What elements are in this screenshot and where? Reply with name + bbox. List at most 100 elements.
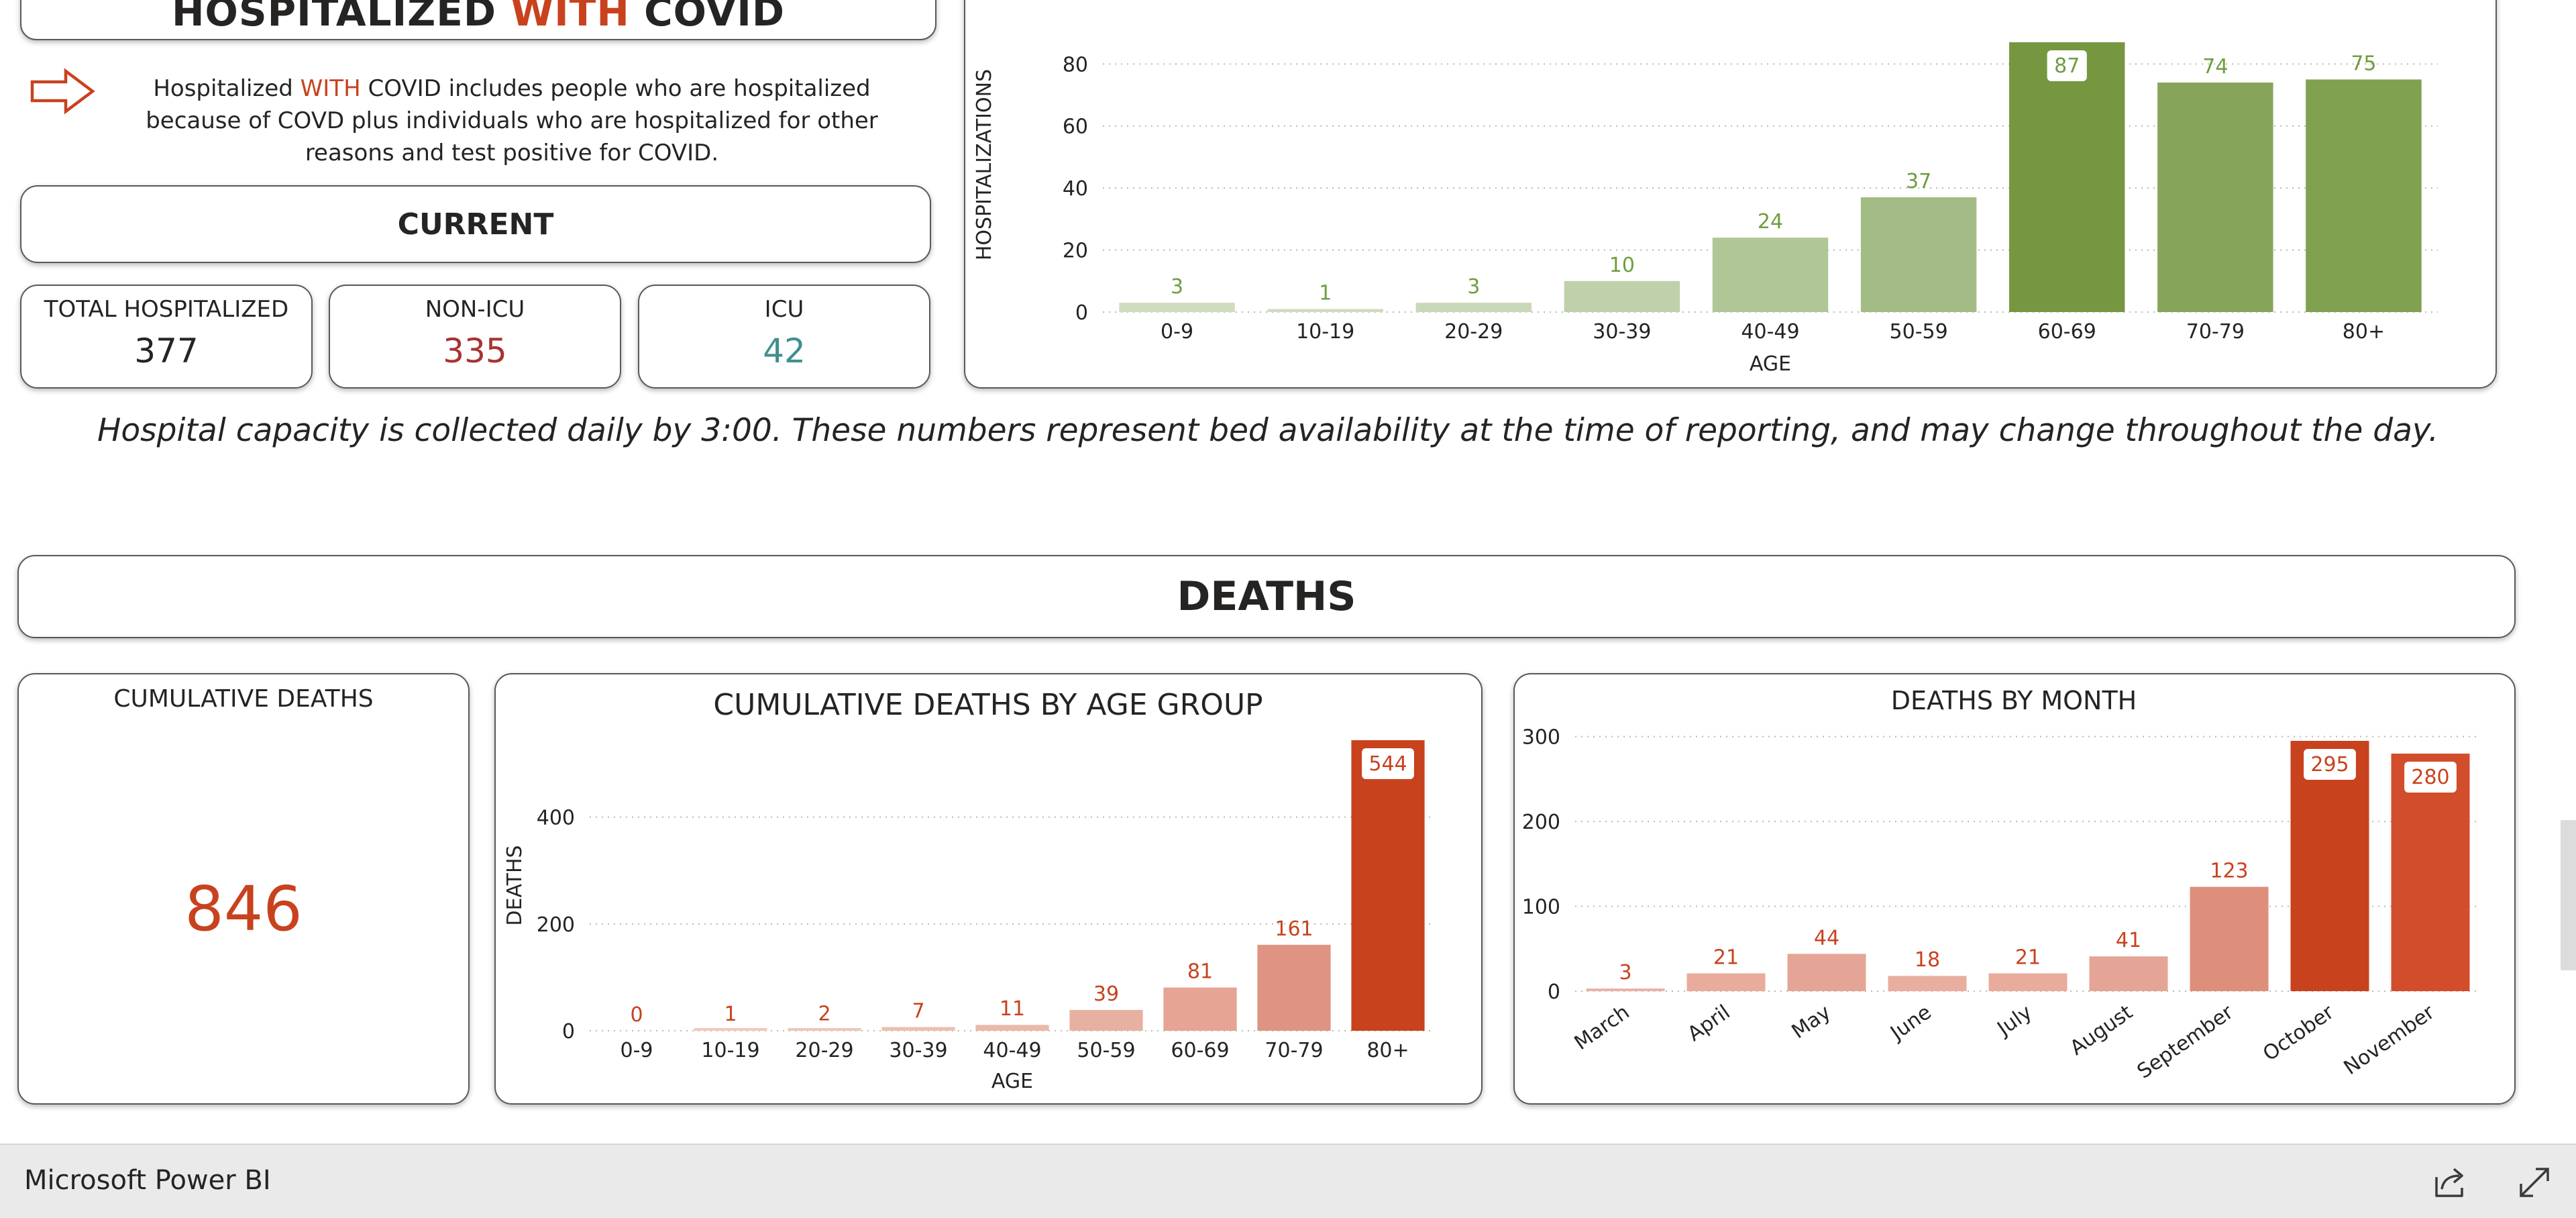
x-tick-label: 80+ [2343,320,2385,344]
data-label: 37 [1906,170,1931,193]
bar-September [2190,886,2269,991]
x-tick-label: November [2340,1001,2439,1080]
footer-bar: Microsoft Power BI [0,1144,2576,1218]
y-tick-label: 80 [1063,53,1088,77]
bar-70-79 [1257,944,1331,1031]
chart-title: CUMULATIVE DEATHS BY AGE GROUP [713,688,1263,722]
bar-60-69 [2008,42,2125,313]
x-tick-label: 20-29 [1444,320,1503,344]
total-hospitalized-card: TOTAL HOSPITALIZED 377 [20,285,313,389]
deaths-header-card: DEATHS [17,555,2516,638]
bar-40-49 [1712,238,1829,312]
capacity-note: Hospital capacity is collected daily by … [97,412,2438,449]
icu-card: ICU 42 [638,285,930,389]
x-tick-label: 30-39 [889,1039,947,1062]
data-label: 74 [2202,55,2228,79]
data-label: 295 [2310,753,2349,776]
y-tick-label: 0 [1075,301,1088,325]
note-with: WITH [300,75,361,102]
x-tick-label: June [1885,1001,1935,1046]
data-label: 280 [2411,766,2449,789]
x-tick-label: 0-9 [1161,320,1193,344]
x-tick-label: 60-69 [1171,1039,1229,1062]
bar-30-39 [881,1027,955,1031]
data-label: 3 [1619,961,1631,984]
power-bi-brand-link[interactable]: Microsoft Power BI [24,1165,271,1196]
note-part1: Hospitalized [153,75,301,102]
data-label: 44 [1814,926,1839,950]
cumulative-deaths-card: CUMULATIVE DEATHS 846 [17,673,470,1105]
deaths-header-title: DEATHS [1177,573,1356,620]
x-tick-label: 80+ [1366,1039,1409,1062]
bar-30-39 [1564,281,1680,312]
data-label: 11 [1000,997,1025,1021]
cumulative-deaths-by-age-card: CUMULATIVE DEATHS BY AGE GROUP 0 200 400 DEA… [494,673,1483,1105]
non-icu-card: NON-ICU 335 [329,285,621,389]
hospitalizations-by-age-card: 0 20 40 60 80 HOSPITALIZATIONS AGE 0-9 3 10-19 1 20… [964,0,2497,389]
data-label: 2 [818,1002,830,1025]
y-tick-label: 200 [537,913,575,937]
bar-60-69 [1163,987,1237,1031]
expand-icon[interactable] [2516,1164,2553,1201]
bar-40-49 [975,1025,1049,1031]
data-label: 7 [912,999,924,1023]
cumulative-deaths-value: 846 [184,873,303,945]
x-tick-label: 60-69 [2038,320,2096,344]
x-tick-label: October [2259,1001,2339,1066]
data-label: 10 [1609,254,1635,277]
y-axis-label: DEATHS [503,845,527,925]
data-label: 81 [1187,960,1213,984]
data-label: 1 [724,1003,737,1026]
hospitalized-header-card: HOSPITALIZED WITH COVID [20,0,936,40]
non-icu-value: 335 [443,332,507,370]
x-tick-label: 70-79 [1265,1039,1323,1062]
chart-title: DEATHS BY MONTH [1891,686,2137,715]
data-label: 39 [1093,982,1119,1006]
data-label: 544 [1368,752,1407,776]
y-tick-label: 300 [1522,726,1560,750]
bar-May [1787,954,1866,991]
x-axis-label: AGE [1750,352,1791,376]
hospitalizations-by-age-chart: 0 20 40 60 80 HOSPITALIZATIONS AGE 0-9 3 10-19 1 20… [973,42,2438,376]
total-hospitalized-value: 377 [134,332,199,370]
bar-August [2089,956,2168,991]
bar-April [1686,973,1766,991]
hospitalized-header-title: HOSPITALIZED WITH COVID [172,0,785,35]
y-tick-label: 100 [1522,896,1560,919]
share-icon[interactable] [2431,1164,2469,1201]
bar-50-59 [1860,197,1977,312]
bar-July [1988,973,2068,991]
x-tick-label: 40-49 [1741,320,1799,344]
y-tick-label: 20 [1063,240,1088,263]
hospitalized-header-part3: COVID [629,0,785,35]
y-axis-label: HOSPITALIZATIONS [973,69,996,260]
bar-80+ [1351,740,1425,1031]
y-tick-label: 0 [1548,980,1560,1004]
x-tick-label: August [2066,1001,2137,1060]
y-tick-label: 400 [537,807,575,830]
x-tick-label: 0-9 [621,1039,653,1062]
x-axis-label: AGE [991,1070,1033,1093]
data-label: 0 [630,1003,643,1027]
non-icu-label: NON-ICU [425,296,525,323]
bar-20-29 [1415,303,1532,312]
current-header-card: CURRENT [20,185,931,263]
x-tick-label: September [2133,1001,2238,1084]
vertical-scrollbar-thumb[interactable] [2561,820,2576,970]
cumulative-deaths-title: CUMULATIVE DEATHS [113,685,374,713]
x-tick-label: April [1683,1001,1734,1046]
data-label: 21 [1713,946,1739,969]
x-tick-label: March [1570,1001,1634,1055]
data-label: 41 [2116,929,2141,952]
icu-value: 42 [763,332,806,370]
arrow-right-outline-icon [30,67,97,115]
y-tick-label: 0 [562,1020,575,1044]
x-tick-label: 20-29 [795,1039,853,1062]
total-hospitalized-label: TOTAL HOSPITALIZED [44,296,289,323]
cumulative-deaths-by-age-chart: CUMULATIVE DEATHS BY AGE GROUP 0 200 400 DEA… [503,688,1435,1093]
x-tick-label: 40-49 [983,1039,1041,1062]
bar-10-19 [694,1028,767,1031]
y-tick-label: 200 [1522,811,1560,834]
bar-80+ [2306,79,2422,312]
current-header-title: CURRENT [397,207,554,242]
